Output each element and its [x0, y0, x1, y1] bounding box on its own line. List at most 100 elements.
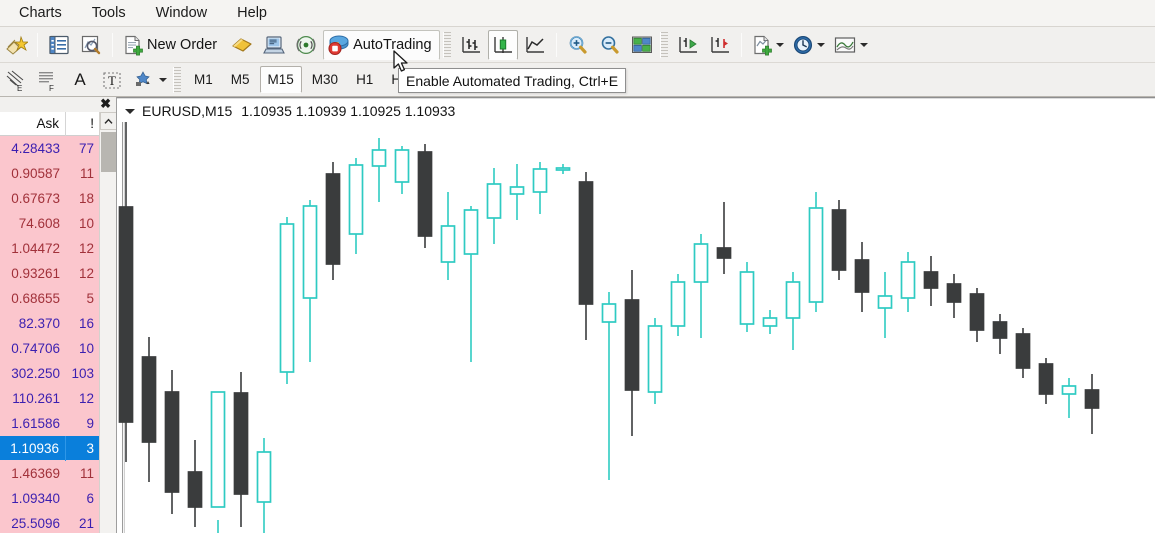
market-watch-row[interactable]: 1.10936 3	[0, 435, 100, 461]
svg-text:E: E	[17, 84, 22, 92]
cell-ask: 1.04472	[11, 240, 60, 256]
new-order-button[interactable]: New Order	[119, 30, 225, 60]
zoom-out-button[interactable]	[595, 30, 625, 60]
menu-item-charts[interactable]: Charts	[6, 2, 75, 25]
signals-icon	[296, 35, 316, 54]
menu-item-window[interactable]: Window	[143, 2, 221, 25]
candle	[969, 288, 985, 342]
toolbar-separator-1	[37, 32, 38, 57]
terminal-button[interactable]	[259, 30, 289, 60]
toolbar-grip-3[interactable]	[173, 66, 181, 93]
signals-button[interactable]	[291, 30, 321, 60]
scroll-up-button[interactable]	[100, 112, 116, 130]
market-watch-panel: ✖ Ask ! 4.28433 77 0.90587 11 0.67673 18 74.60…	[0, 97, 117, 533]
candle	[555, 164, 571, 174]
periodicity-button[interactable]	[789, 30, 828, 60]
chart-window[interactable]: EURUSD,M15 1.10935 1.10939 1.10925 1.109…	[117, 97, 1155, 533]
market-watch-row[interactable]: 4.28433 77	[0, 136, 100, 161]
metaeditor-button[interactable]	[227, 30, 257, 60]
terminal-icon	[263, 35, 285, 54]
market-watch-row[interactable]: 0.68655 5	[0, 286, 100, 311]
candle	[187, 440, 203, 527]
menu-item-tools[interactable]: Tools	[79, 2, 139, 25]
candlestick-chart-button[interactable]	[487, 29, 518, 60]
tile-windows-button[interactable]	[627, 30, 657, 60]
chart-shift-button[interactable]	[673, 30, 703, 60]
cell-ask: 25.5096	[11, 515, 60, 531]
text-box-button[interactable]: T	[97, 65, 127, 95]
timeframe-m15[interactable]: M15	[259, 66, 302, 93]
crosshair-cursor-button[interactable]: E	[1, 65, 31, 95]
chart-symbol-period: EURUSD,M15	[142, 103, 233, 119]
candlestick-chart-icon	[493, 36, 512, 53]
candle	[992, 314, 1008, 354]
timeframe-h1[interactable]: H1	[348, 66, 381, 93]
new-template-button[interactable]	[748, 30, 787, 60]
cell-spread: 5	[86, 290, 94, 306]
candle	[279, 217, 295, 384]
market-watch-icon	[49, 35, 69, 54]
cell-spread: 9	[86, 415, 94, 431]
market-watch-row[interactable]: 302.250 103	[0, 361, 100, 386]
market-watch-row[interactable]: 0.93261 12	[0, 261, 100, 286]
new-template-caret-icon[interactable]	[775, 42, 784, 47]
timeframe-m30[interactable]: M30	[304, 66, 346, 93]
bar-chart-button[interactable]	[456, 30, 486, 60]
toolbar-grip-2[interactable]	[659, 31, 668, 58]
market-watch-row[interactable]: 1.09340 6	[0, 486, 100, 511]
bar-cursor-button[interactable]: F	[33, 65, 63, 95]
cell-ask: 4.28433	[11, 140, 60, 156]
market-watch-rows: 4.28433 77 0.90587 11 0.67673 18 74.608 10 1.044…	[0, 136, 100, 533]
market-watch-row[interactable]: 74.608 10	[0, 211, 100, 236]
timeframe-m5[interactable]: M5	[223, 66, 258, 93]
toolbar-separator-3	[555, 32, 557, 57]
menu-item-help[interactable]: Help	[224, 2, 280, 25]
column-header-ask[interactable]: Ask	[0, 111, 66, 136]
market-watch-row[interactable]: 110.261 12	[0, 386, 100, 411]
objects-button[interactable]	[129, 65, 170, 95]
chart-header: EURUSD,M15 1.10935 1.10939 1.10925 1.109…	[117, 100, 1155, 122]
timeframe-m1[interactable]: M1	[186, 66, 221, 93]
cell-spread: 10	[78, 340, 94, 356]
indicators-caret-icon[interactable]	[859, 42, 868, 47]
data-window-button[interactable]	[76, 30, 106, 60]
market-watch-row[interactable]: 1.61586 9	[0, 411, 100, 436]
market-watch-row[interactable]: 1.46369 11	[0, 461, 100, 486]
zoom-in-button[interactable]	[563, 30, 593, 60]
new-order-icon	[125, 35, 143, 55]
market-watch-row[interactable]: 25.5096 21	[0, 511, 100, 533]
autotrading-label: AutoTrading	[353, 36, 432, 53]
candle	[394, 146, 410, 194]
candle	[670, 274, 686, 336]
market-watch-button[interactable]	[44, 30, 74, 60]
market-watch-row[interactable]: 0.67673 18	[0, 186, 100, 211]
new-template-icon	[753, 35, 772, 55]
close-icon[interactable]: ✖	[100, 97, 116, 111]
candle	[877, 272, 893, 338]
autotrading-button[interactable]: AutoTrading	[323, 29, 440, 60]
favorites-button[interactable]	[1, 30, 31, 60]
toolbar-grip-1[interactable]	[442, 31, 451, 58]
market-watch-row[interactable]: 0.74706 10	[0, 336, 100, 361]
auto-scroll-button[interactable]	[705, 30, 735, 60]
line-chart-button[interactable]	[520, 30, 550, 60]
periodicity-caret-icon[interactable]	[816, 42, 825, 47]
objects-caret-icon[interactable]	[159, 77, 167, 82]
market-watch-row[interactable]: 0.90587 11	[0, 161, 100, 186]
candle	[233, 372, 249, 527]
candle	[371, 138, 387, 202]
candle	[716, 202, 732, 274]
candle	[348, 158, 364, 254]
chart-shift-icon	[678, 36, 697, 53]
scrollbar-thumb[interactable]	[101, 132, 116, 172]
market-watch-row[interactable]: 1.04472 12	[0, 236, 100, 261]
chevron-down-icon[interactable]	[125, 108, 135, 114]
market-watch-row[interactable]: 82.370 16	[0, 311, 100, 336]
indicators-button[interactable]	[830, 30, 871, 60]
text-label-button[interactable]: A	[65, 65, 95, 95]
candle	[210, 391, 226, 533]
column-header-spread[interactable]: !	[66, 112, 100, 136]
market-watch-scrollbar[interactable]	[99, 112, 116, 533]
zoom-out-icon	[601, 35, 619, 54]
candle	[808, 192, 824, 312]
